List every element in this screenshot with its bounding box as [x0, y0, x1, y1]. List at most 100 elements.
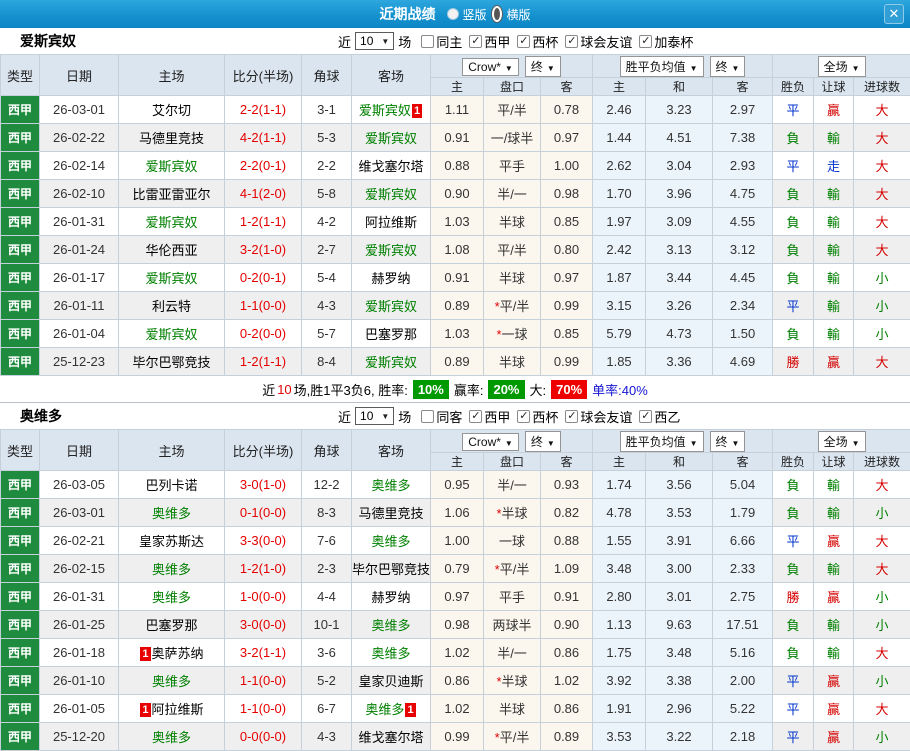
- filter-competition[interactable]: ✓加泰杯: [632, 32, 693, 51]
- table-row: 西甲26-02-21皇家苏斯达3-3(0-0)7-6奥维多1.00一球0.881…: [1, 527, 910, 555]
- recent-count-value: 10: [360, 409, 373, 423]
- league-cell: 西甲: [1, 723, 40, 751]
- checkbox-checked[interactable]: ✓: [639, 35, 652, 48]
- card-badge: 1: [140, 647, 150, 661]
- date-cell: 26-01-31: [40, 208, 119, 236]
- home-odds-cell: 0.86: [431, 667, 484, 695]
- dropdown-button[interactable]: 胜平负均值▼: [620, 56, 704, 77]
- date-cell: 26-01-05: [40, 695, 119, 723]
- goals-result-cell: 小: [854, 499, 910, 527]
- dropdown-button[interactable]: 终▼: [710, 56, 746, 77]
- col-header-1: 日期: [40, 55, 119, 96]
- handicap-result-cell: 輸: [814, 124, 854, 152]
- odds-group-header-2: 全场▼: [773, 55, 910, 78]
- checkbox-checked[interactable]: ✓: [469, 35, 482, 48]
- home-team-cell: 利云特: [119, 292, 225, 320]
- checkbox-unchecked[interactable]: [421, 410, 434, 423]
- dropdown-label: 终: [716, 60, 728, 74]
- filter-competition[interactable]: ✓西甲: [462, 407, 510, 426]
- dropdown-button[interactable]: 全场▼: [818, 56, 866, 77]
- score-cell: 1-2(1-1): [225, 348, 302, 376]
- home-odds-cell: 0.95: [431, 471, 484, 499]
- score-cell: 1-2(1-1): [225, 208, 302, 236]
- section-header: 爱斯宾奴近10▼场同主✓西甲✓西杯✓球会友谊✓加泰杯: [0, 28, 910, 54]
- matches-table: 类型日期主场比分(半场)角球客场Crow*▼终▼胜平负均值▼终▼全场▼主盘口客主…: [0, 54, 910, 376]
- mean-home-cell: 5.79: [593, 320, 646, 348]
- dropdown-button[interactable]: 终▼: [525, 431, 561, 452]
- summary-part-plain: 近: [262, 380, 275, 399]
- filter-same-venue[interactable]: 同主: [411, 32, 462, 51]
- dropdown-button[interactable]: Crow*▼: [462, 433, 519, 451]
- mean-draw-cell: 3.00: [646, 555, 713, 583]
- handicap-text: 半球: [502, 674, 528, 689]
- home-odds-cell: 1.08: [431, 236, 484, 264]
- corners-cell: 4-3: [302, 723, 352, 751]
- league-cell: 西甲: [1, 320, 40, 348]
- filter-competition[interactable]: ✓西杯: [510, 407, 558, 426]
- home-team-cell: 奥维多: [119, 555, 225, 583]
- filter-competition[interactable]: ✓球会友谊: [558, 32, 632, 51]
- handicap-result-cell: 輸: [814, 292, 854, 320]
- vertical-layout-radio[interactable]: [447, 8, 459, 20]
- checkbox-unchecked[interactable]: [421, 35, 434, 48]
- filter-label: 西杯: [532, 32, 558, 51]
- sub-col-header: 进球数: [854, 78, 910, 96]
- tracked-team-name: 奥维多: [152, 730, 191, 745]
- mean-home-cell: 1.13: [593, 611, 646, 639]
- away-odds-cell: 0.99: [541, 348, 593, 376]
- table-row: 西甲26-01-10奥维多1-1(0-0)5-2皇家贝迪斯0.86*半球1.02…: [1, 667, 910, 695]
- horizontal-layout-radio[interactable]: [491, 5, 503, 23]
- dropdown-button[interactable]: 胜平负均值▼: [620, 431, 704, 452]
- goals-result-cell: 小: [854, 292, 910, 320]
- away-odds-cell: 0.78: [541, 96, 593, 124]
- away-odds-cell: 0.86: [541, 639, 593, 667]
- away-odds-cell: 1.00: [541, 152, 593, 180]
- home-odds-cell: 1.02: [431, 639, 484, 667]
- mean-home-cell: 3.92: [593, 667, 646, 695]
- checkbox-checked[interactable]: ✓: [565, 35, 578, 48]
- checkbox-checked[interactable]: ✓: [565, 410, 578, 423]
- filter-competition[interactable]: ✓西杯: [510, 32, 558, 51]
- table-row: 西甲26-02-14爱斯宾奴2-2(0-1)2-2维戈塞尔塔0.88平手1.00…: [1, 152, 910, 180]
- checkbox-checked[interactable]: ✓: [639, 410, 652, 423]
- recent-count-select[interactable]: 10▼: [355, 32, 394, 50]
- goals-result-cell: 大: [854, 471, 910, 499]
- dropdown-button[interactable]: 终▼: [710, 431, 746, 452]
- opponent-name: 毕尔巴鄂竞技: [352, 562, 430, 577]
- corners-cell: 10-1: [302, 611, 352, 639]
- goals-result-cell: 大: [854, 96, 910, 124]
- mean-away-cell: 3.12: [713, 236, 773, 264]
- checkbox-checked[interactable]: ✓: [469, 410, 482, 423]
- mean-home-cell: 1.55: [593, 527, 646, 555]
- checkbox-checked[interactable]: ✓: [517, 35, 530, 48]
- tracked-team-name: 爱斯宾奴: [145, 215, 197, 230]
- filter-competition[interactable]: ✓西乙: [632, 407, 680, 426]
- home-odds-cell: 1.06: [431, 499, 484, 527]
- home-team-cell: 比雷亚雷亚尔: [119, 180, 225, 208]
- mean-home-cell: 1.87: [593, 264, 646, 292]
- handicap-result-cell: 贏: [814, 96, 854, 124]
- dropdown-button[interactable]: Crow*▼: [462, 58, 519, 76]
- dropdown-button[interactable]: 终▼: [525, 56, 561, 77]
- close-button[interactable]: ✕: [884, 4, 904, 24]
- filter-label: 球会友谊: [580, 32, 632, 51]
- filter-competition[interactable]: ✓球会友谊: [558, 407, 632, 426]
- handicap-cell: 半球: [484, 695, 541, 723]
- handicap-result-cell: 輸: [814, 264, 854, 292]
- checkbox-checked[interactable]: ✓: [517, 410, 530, 423]
- date-cell: 26-01-31: [40, 583, 119, 611]
- dropdown-button[interactable]: 全场▼: [818, 431, 866, 452]
- summary-part-badge-red: 70%: [551, 380, 587, 399]
- home-odds-cell: 1.03: [431, 208, 484, 236]
- filter-competition[interactable]: ✓西甲: [462, 32, 510, 51]
- chevron-down-icon: ▼: [852, 439, 860, 448]
- goals-result-cell: 小: [854, 611, 910, 639]
- date-cell: 26-03-01: [40, 499, 119, 527]
- result-cell: 負: [773, 555, 814, 583]
- recent-count-select[interactable]: 10▼: [355, 407, 394, 425]
- away-team-cell: 奥维多1: [352, 695, 431, 723]
- mean-draw-cell: 3.91: [646, 527, 713, 555]
- filter-same-venue[interactable]: 同客: [411, 407, 462, 426]
- handicap-cell: 一球: [484, 527, 541, 555]
- opponent-name: 皇家苏斯达: [139, 534, 204, 549]
